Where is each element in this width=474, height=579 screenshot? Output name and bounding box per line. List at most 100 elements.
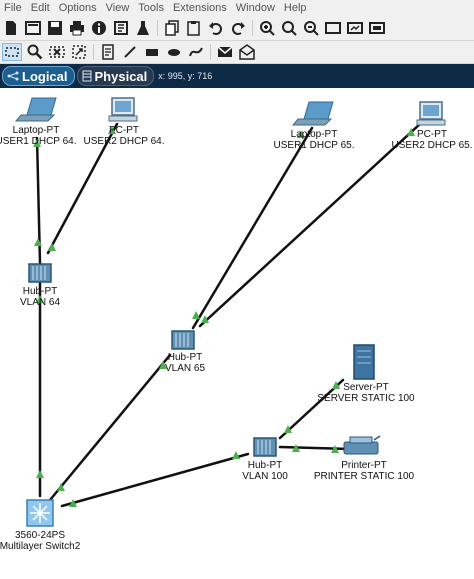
info-icon[interactable] <box>90 19 108 37</box>
link-hub65-switch[interactable] <box>48 353 172 502</box>
workspace-mode-bar: Logical Physical x: 995, y: 716 <box>0 64 474 88</box>
menu-bar: File Edit Options View Tools Extensions … <box>0 0 474 16</box>
copy-icon[interactable] <box>163 19 181 37</box>
device-type: 3560-24PS <box>14 530 66 541</box>
palette-icon[interactable] <box>324 19 342 37</box>
menu-extensions[interactable]: Extensions <box>169 2 232 14</box>
toolbar-separator <box>93 44 94 60</box>
device-label-pc1: PC-PT USER2 DHCP 64. <box>84 125 165 147</box>
device-name: USER1 DHCP 65. <box>273 140 355 151</box>
paste-icon[interactable] <box>185 19 203 37</box>
device-name: USER2 DHCP 65. <box>391 140 473 151</box>
device-name: USER2 DHCP 64. <box>83 136 165 147</box>
laptop-icon[interactable] <box>14 97 57 122</box>
new-file-icon[interactable] <box>2 19 20 37</box>
note-icon[interactable] <box>99 43 117 61</box>
device-name: SERVER STATIC 100 <box>317 393 415 404</box>
draw-line-icon[interactable] <box>121 43 139 61</box>
pc-icon[interactable] <box>416 101 446 126</box>
tab-logical-label: Logical <box>22 68 68 84</box>
zoom-out-icon[interactable] <box>302 19 320 37</box>
device-label-hub65: Hub-PT VLAN 65 <box>165 352 205 374</box>
device-name: VLAN 65 <box>164 363 206 374</box>
zoom-reset-icon[interactable] <box>280 19 298 37</box>
main-toolbar <box>0 16 474 41</box>
device-type: Hub-PT <box>22 286 58 297</box>
physical-icon <box>82 70 92 82</box>
device-label-laptop1: Laptop-PT USER1 DHCP 64. <box>0 125 76 147</box>
draw-rectangle-icon[interactable] <box>143 43 161 61</box>
open-icon[interactable] <box>24 19 42 37</box>
toolbar-separator <box>252 20 253 36</box>
device-label-laptop2: Laptop-PT USER1 DHCP 65. <box>274 129 355 151</box>
freeform-icon[interactable] <box>187 43 205 61</box>
tab-logical[interactable]: Logical <box>2 66 75 86</box>
menu-file[interactable]: File <box>0 2 27 14</box>
device-name: VLAN 100 <box>242 471 288 482</box>
network-wizard-icon[interactable] <box>112 19 130 37</box>
select-icon[interactable] <box>2 43 22 61</box>
tab-physical-label: Physical <box>94 68 148 84</box>
hub-icon[interactable] <box>171 330 195 350</box>
link-status-indicator <box>36 470 44 478</box>
laptop-icon[interactable] <box>291 101 334 126</box>
multilayer-switch-icon[interactable] <box>26 499 54 527</box>
menu-tools[interactable]: Tools <box>134 2 169 14</box>
drawing-toolbar <box>0 41 474 64</box>
add-complex-pdu-icon[interactable] <box>238 43 256 61</box>
device-name: VLAN 64 <box>19 297 61 308</box>
menu-view[interactable]: View <box>102 2 135 14</box>
save-icon[interactable] <box>46 19 64 37</box>
resize-icon[interactable] <box>70 43 88 61</box>
printer-icon[interactable] <box>343 435 381 455</box>
activity-wizard-icon[interactable] <box>134 19 152 37</box>
device-label-server: Server-PT SERVER STATIC 100 <box>317 382 414 404</box>
menu-options[interactable]: Options <box>55 2 102 14</box>
cursor-coordinates: x: 995, y: 716 <box>158 71 213 81</box>
device-name: PRINTER STATIC 100 <box>313 471 415 482</box>
add-pdu-icon[interactable] <box>216 43 234 61</box>
draw-ellipse-icon[interactable] <box>165 43 183 61</box>
logical-workspace[interactable]: Laptop-PT USER1 DHCP 64. PC-PT USER2 DHC… <box>0 88 474 579</box>
device-name: USER1 DHCP 64. <box>0 136 77 147</box>
menu-window[interactable]: Window <box>232 2 280 14</box>
device-type: PC-PT <box>417 129 447 140</box>
device-type: Server-PT <box>343 382 389 393</box>
print-icon[interactable] <box>68 19 86 37</box>
device-type: Hub-PT <box>167 352 203 363</box>
link-pc2-hub65[interactable] <box>198 122 422 328</box>
hub-icon[interactable] <box>253 437 277 457</box>
menu-help[interactable]: Help <box>280 2 312 14</box>
toolbar-separator <box>157 20 158 36</box>
device-type: Printer-PT <box>341 460 387 471</box>
link-status-indicator <box>34 238 42 246</box>
undo-icon[interactable] <box>207 19 225 37</box>
link-printer-hub100[interactable] <box>278 445 352 451</box>
redo-icon[interactable] <box>229 19 247 37</box>
device-label-hub100: Hub-PT VLAN 100 <box>242 460 288 482</box>
server-icon[interactable] <box>353 344 375 380</box>
device-label-switch: 3560-24PS Multilayer Switch2 <box>0 530 80 552</box>
device-type: Laptop-PT <box>290 129 338 140</box>
device-label-printer: Printer-PT PRINTER STATIC 100 <box>314 460 414 482</box>
topology-canvas <box>14 97 446 527</box>
device-name: Multilayer Switch2 <box>0 541 81 552</box>
device-label-pc2: PC-PT USER2 DHCP 65. <box>392 129 473 151</box>
link-hub100-switch[interactable] <box>60 452 250 508</box>
logical-icon <box>7 71 19 81</box>
custom-device-icon[interactable] <box>346 19 364 37</box>
viewport-icon[interactable] <box>368 19 386 37</box>
device-type: PC-PT <box>109 125 139 136</box>
inspect-icon[interactable] <box>26 43 44 61</box>
toolbar-separator <box>210 44 211 60</box>
device-type: Laptop-PT <box>12 125 60 136</box>
zoom-in-icon[interactable] <box>258 19 276 37</box>
device-label-hub64: Hub-PT VLAN 64 <box>20 286 60 308</box>
tab-physical[interactable]: Physical <box>76 66 155 86</box>
link-status-indicator <box>48 243 56 251</box>
delete-icon[interactable] <box>48 43 66 61</box>
menu-edit[interactable]: Edit <box>27 2 55 14</box>
link-laptop2-hub65[interactable] <box>191 126 314 330</box>
hub-icon[interactable] <box>28 263 52 283</box>
pc-icon[interactable] <box>108 97 138 122</box>
